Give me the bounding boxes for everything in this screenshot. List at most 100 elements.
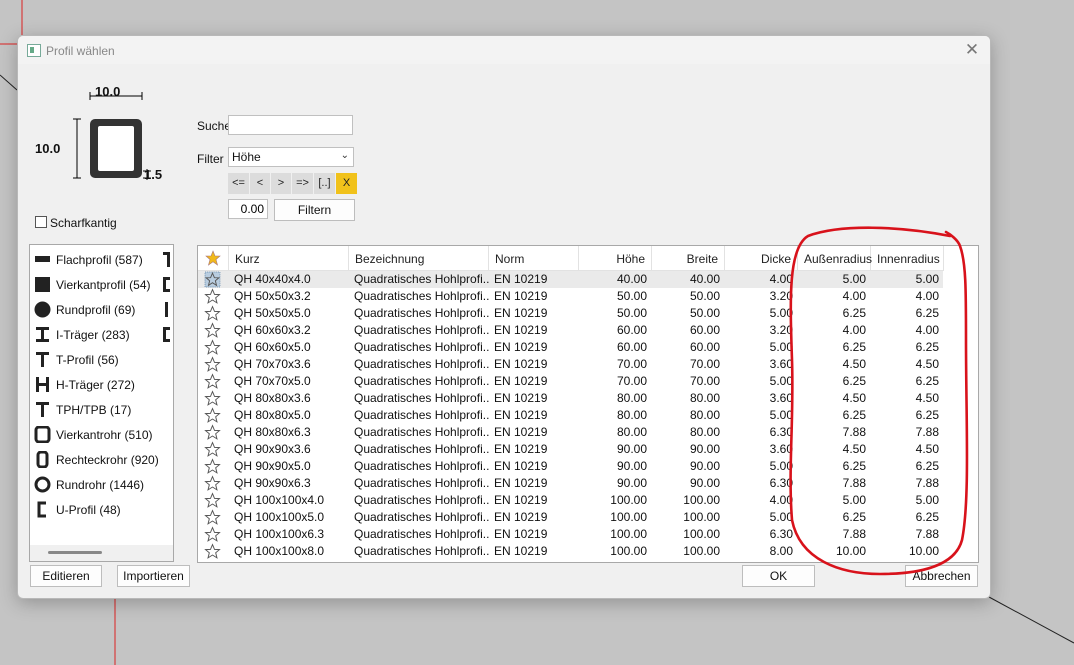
filter-op-lt-button[interactable]: < <box>250 173 271 194</box>
table-cell: 90.00 <box>689 459 720 473</box>
table-cell: 80.00 <box>689 408 720 422</box>
cancel-button[interactable]: Abbrechen <box>905 565 978 587</box>
filter-op-le-button[interactable]: <= <box>228 173 250 194</box>
table-row[interactable]: QH 70x70x5.0 Quadratisches Hohlprofi... EN… <box>198 373 943 390</box>
scrollbar-thumb[interactable] <box>48 551 102 554</box>
table-cell: QH 90x90x3.6 <box>234 442 311 456</box>
column-header-innenradius[interactable]: Innenradius <box>871 246 944 271</box>
table-scrollbar-area <box>943 271 978 562</box>
column-header-dicke[interactable]: Dicke <box>725 246 798 271</box>
table-cell: QH 70x70x3.6 <box>234 357 311 371</box>
table-cell: EN 10219 <box>494 357 548 371</box>
table-cell: Quadratisches Hohlprofi... <box>354 306 489 320</box>
table-row[interactable]: QH 90x90x5.0 Quadratisches Hohlprofi... EN… <box>198 458 943 475</box>
star-outline-icon[interactable] <box>204 390 221 407</box>
star-outline-icon[interactable] <box>204 424 221 441</box>
table-row[interactable]: QH 80x80x3.6 Quadratisches Hohlprofi... EN… <box>198 390 943 407</box>
star-outline-icon[interactable] <box>204 492 221 509</box>
table-cell: 4.50 <box>842 357 866 371</box>
star-outline-icon[interactable] <box>204 305 221 322</box>
table-cell: QH 40x40x4.0 <box>234 272 311 286</box>
table-row[interactable]: QH 40x40x4.0 Quadratisches Hohlprofi... EN… <box>198 271 943 288</box>
filter-op-ge-button[interactable]: => <box>292 173 314 194</box>
filter-op-gt-button[interactable]: > <box>271 173 292 194</box>
star-outline-icon[interactable] <box>204 509 221 526</box>
ok-button[interactable]: OK <box>742 565 815 587</box>
table-row[interactable]: QH 100x100x8.0 Quadratisches Hohlprofi...… <box>198 543 943 560</box>
star-outline-icon[interactable] <box>204 458 221 475</box>
table-row[interactable]: QH 80x80x6.3 Quadratisches Hohlprofi... EN… <box>198 424 943 441</box>
favorite-column-header[interactable] <box>198 246 229 271</box>
favorite-selected-icon[interactable] <box>204 271 221 288</box>
search-input[interactable] <box>228 115 353 135</box>
flat-bar-side-icon <box>163 252 170 267</box>
square-bar-icon <box>35 277 50 292</box>
table-cell: 6.25 <box>842 340 866 354</box>
table-cell: Quadratisches Hohlprofi... <box>354 544 489 558</box>
table-cell: QH 100x100x4.0 <box>234 493 325 507</box>
table-cell: 70.00 <box>616 357 647 371</box>
table-cell: 100.00 <box>610 510 647 524</box>
table-row[interactable]: QH 60x60x3.2 Quadratisches Hohlprofi... EN… <box>198 322 943 339</box>
star-outline-icon[interactable] <box>204 543 221 560</box>
table-cell: 70.00 <box>689 357 720 371</box>
table-row[interactable]: QH 80x80x5.0 Quadratisches Hohlprofi... EN… <box>198 407 943 424</box>
table-cell: 90.00 <box>689 442 720 456</box>
column-header-kurz[interactable]: Kurz <box>229 246 349 271</box>
filter-apply-button[interactable]: Filtern <box>274 199 355 221</box>
category-label: Rundrohr (1446) <box>56 478 145 492</box>
table-cell: 90.00 <box>616 442 647 456</box>
star-outline-icon[interactable] <box>204 339 221 356</box>
star-outline-icon[interactable] <box>204 356 221 373</box>
table-cell: QH 100x100x8.0 <box>234 544 325 558</box>
table-cell: Quadratisches Hohlprofi... <box>354 476 489 490</box>
star-outline-icon[interactable] <box>204 322 221 339</box>
i-beam-icon <box>36 327 49 342</box>
table-row[interactable]: QH 90x90x6.3 Quadratisches Hohlprofi... EN… <box>198 475 943 492</box>
column-header-aussenradius[interactable]: Außenradius <box>798 246 872 271</box>
filter-value-input[interactable] <box>228 199 268 219</box>
import-button[interactable]: Importieren <box>117 565 190 587</box>
category-scrollbar[interactable] <box>30 545 173 561</box>
table-header: Kurz Bezeichnung Norm Höhe Breite Dicke … <box>198 246 978 271</box>
table-row[interactable]: QH 50x50x5.0 Quadratisches Hohlprofi... EN… <box>198 305 943 322</box>
star-outline-icon[interactable] <box>204 407 221 424</box>
table-cell: Quadratisches Hohlprofi... <box>354 425 489 439</box>
table-row[interactable]: QH 100x100x6.3 Quadratisches Hohlprofi...… <box>198 526 943 543</box>
chevron-down-icon: ⌄ <box>340 150 349 161</box>
t-profile-icon <box>36 352 49 367</box>
table-cell: 60.00 <box>689 340 720 354</box>
table-row[interactable]: QH 50x50x3.2 Quadratisches Hohlprofi... EN… <box>198 288 943 305</box>
star-outline-icon[interactable] <box>204 475 221 492</box>
column-header-norm[interactable]: Norm <box>489 246 579 271</box>
sharp-edges-label: Scharfkantig <box>50 216 117 230</box>
table-cell: Quadratisches Hohlprofi... <box>354 391 489 405</box>
table-cell: 7.88 <box>915 476 939 490</box>
table-cell: Quadratisches Hohlprofi... <box>354 272 489 286</box>
sharp-edges-checkbox[interactable] <box>35 216 47 228</box>
table-cell: 7.88 <box>915 527 939 541</box>
close-icon[interactable]: ✕ <box>962 40 982 60</box>
table-row[interactable]: QH 100x100x5.0 Quadratisches Hohlprofi...… <box>198 509 943 526</box>
filter-clear-button[interactable]: X <box>336 173 357 194</box>
table-row[interactable]: QH 100x100x4.0 Quadratisches Hohlprofi...… <box>198 492 943 509</box>
table-row[interactable]: QH 60x60x5.0 Quadratisches Hohlprofi... EN… <box>198 339 943 356</box>
star-outline-icon[interactable] <box>204 288 221 305</box>
column-header-bezeichnung[interactable]: Bezeichnung <box>349 246 489 271</box>
table-cell: 4.00 <box>769 493 793 507</box>
category-label: Vierkantprofil (54) <box>56 278 151 292</box>
table-cell: Quadratisches Hohlprofi... <box>354 510 489 524</box>
table-cell: EN 10219 <box>494 527 548 541</box>
star-outline-icon[interactable] <box>204 441 221 458</box>
star-outline-icon[interactable] <box>204 526 221 543</box>
filter-select[interactable]: Höhe ⌄ <box>228 147 354 167</box>
table-row[interactable]: QH 70x70x3.6 Quadratisches Hohlprofi... EN… <box>198 356 943 373</box>
table-cell: 3.60 <box>769 357 793 371</box>
column-header-hoehe[interactable]: Höhe <box>579 246 652 271</box>
filter-op-range-button[interactable]: [..] <box>314 173 336 194</box>
column-header-breite[interactable]: Breite <box>652 246 725 271</box>
edit-button[interactable]: Editieren <box>30 565 102 587</box>
table-cell: QH 100x100x6.3 <box>234 527 325 541</box>
star-outline-icon[interactable] <box>204 373 221 390</box>
table-row[interactable]: QH 90x90x3.6 Quadratisches Hohlprofi... EN… <box>198 441 943 458</box>
